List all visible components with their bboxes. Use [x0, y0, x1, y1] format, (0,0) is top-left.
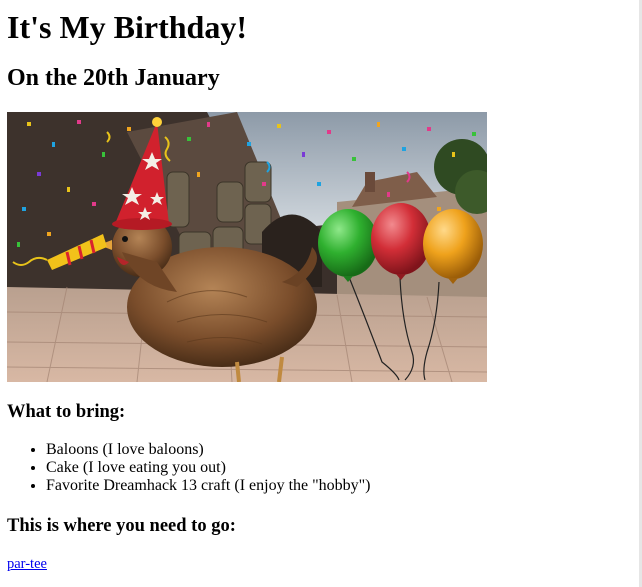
party-location-link[interactable]: par-tee	[7, 556, 47, 573]
birthday-chicken-image	[7, 112, 487, 382]
list-item: Favorite Dreamhack 13 craft (I enjoy the…	[46, 477, 371, 495]
what-to-bring-heading: What to bring:	[7, 402, 126, 422]
list-item: Cake (I love eating you out)	[46, 459, 371, 477]
page-subtitle: On the 20th January	[7, 65, 220, 91]
page-title: It's My Birthday!	[7, 9, 247, 45]
directions-heading: This is where you need to go:	[7, 516, 236, 536]
what-to-bring-list: Baloons (I love baloons) Cake (I love ea…	[7, 441, 371, 495]
list-item: Baloons (I love baloons)	[46, 441, 371, 459]
